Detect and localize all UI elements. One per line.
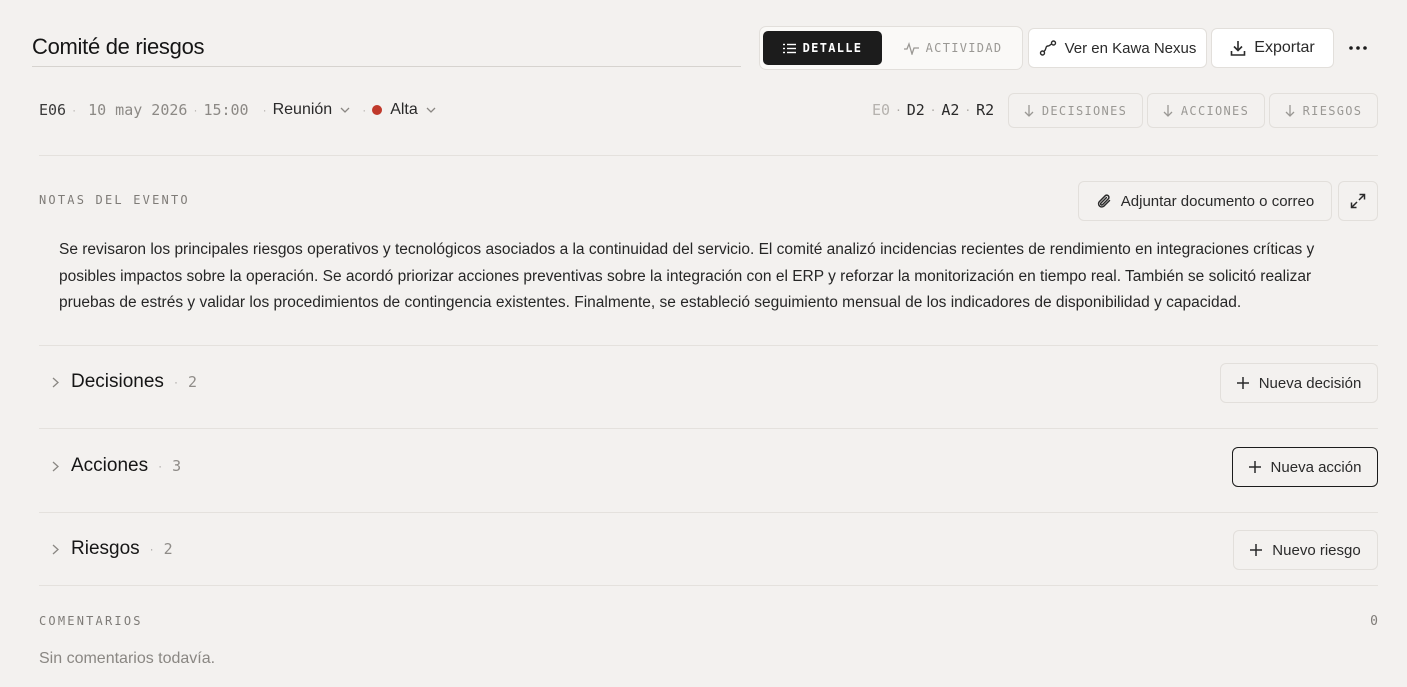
section-riesgos-title: Riesgos <box>71 538 140 559</box>
jump-acciones-label: ACCIONES <box>1180 103 1250 118</box>
more-horizontal-icon <box>1349 46 1367 50</box>
chevron-right-icon <box>39 377 71 388</box>
tab-actividad-label: ACTIVIDAD <box>925 41 1003 55</box>
separator: · <box>964 103 972 117</box>
comments-count: 0 <box>1370 614 1378 629</box>
view-toggle: DETALLE ACTIVIDAD <box>759 26 1023 70</box>
new-risk-label: Nuevo riesgo <box>1272 541 1361 559</box>
event-type-dropdown[interactable]: Reunión <box>273 101 351 119</box>
download-icon <box>1230 40 1246 56</box>
page-title[interactable]: Comité de riesgos <box>32 30 741 64</box>
export-label: Exportar <box>1254 39 1315 56</box>
jump-decisiones-button[interactable]: DECISIONES <box>1008 93 1143 128</box>
count-e: E0 <box>872 101 891 119</box>
divider <box>39 345 1378 346</box>
priority-dot-icon <box>372 105 383 115</box>
section-decisiones-count: 2 <box>187 373 197 391</box>
counts-summary: E0 · D2 · A2 · R2 <box>872 98 994 122</box>
tab-detalle[interactable]: DETALLE <box>763 31 882 65</box>
jump-decisiones-label: DECISIONES <box>1041 103 1128 118</box>
chevron-right-icon <box>39 544 71 555</box>
separator: · <box>193 103 198 117</box>
arrow-down-icon <box>1285 104 1295 117</box>
section-acciones-title: Acciones <box>71 455 149 476</box>
chevron-down-icon <box>340 107 350 113</box>
attach-button[interactable]: Adjuntar documento o correo <box>1078 181 1332 221</box>
attach-label: Adjuntar documento o correo <box>1120 192 1315 210</box>
arrow-down-icon <box>1024 104 1034 117</box>
separator: · <box>895 103 902 117</box>
plus-icon <box>1248 461 1261 473</box>
more-options-button[interactable] <box>1344 36 1372 60</box>
separator: · <box>173 375 178 389</box>
jump-riesgos-label: RIESGOS <box>1302 103 1363 118</box>
event-time: 15:00 <box>203 101 249 119</box>
separator: · <box>929 103 937 117</box>
separator: · <box>72 103 77 117</box>
new-action-button[interactable]: Nueva acción <box>1232 447 1378 487</box>
event-meta: E06 · 10 may 2026 · 15:00 · Reunión · Al… <box>39 96 436 124</box>
tab-detalle-label: DETALLE <box>802 41 863 55</box>
title-field[interactable]: Comité de riesgos <box>32 30 741 67</box>
notes-label: NOTAS DEL EVENTO <box>39 193 190 207</box>
chevron-right-icon <box>39 461 71 472</box>
new-decision-button[interactable]: Nueva decisión <box>1220 363 1378 403</box>
notes-text[interactable]: Se revisaron los principales riesgos ope… <box>59 237 1369 317</box>
plus-icon <box>1250 544 1263 556</box>
activity-icon <box>903 41 919 55</box>
separator: · <box>362 103 367 117</box>
divider <box>39 512 1378 513</box>
nexus-icon <box>1039 39 1057 57</box>
priority-dropdown[interactable]: Alta <box>372 101 436 119</box>
priority-value: Alta <box>390 101 418 118</box>
event-type-value: Reunión <box>272 101 333 118</box>
expand-button[interactable] <box>1338 181 1378 221</box>
section-riesgos-header[interactable]: Riesgos · 2 <box>39 529 1378 569</box>
paperclip-icon <box>1096 193 1112 209</box>
new-decision-label: Nueva decisión <box>1258 374 1362 392</box>
tab-actividad[interactable]: ACTIVIDAD <box>886 31 1020 65</box>
jump-riesgos-button[interactable]: RIESGOS <box>1269 93 1378 128</box>
separator: · <box>158 459 163 473</box>
arrow-down-icon <box>1163 104 1173 117</box>
expand-icon <box>1350 193 1366 209</box>
new-risk-button[interactable]: Nuevo riesgo <box>1233 530 1378 570</box>
separator: · <box>262 103 267 117</box>
jump-acciones-button[interactable]: ACCIONES <box>1147 93 1265 128</box>
comments-label: COMENTARIOS <box>39 614 143 628</box>
event-code: E06 <box>39 101 67 119</box>
section-acciones-header[interactable]: Acciones · 3 <box>39 446 1378 486</box>
divider <box>39 155 1378 156</box>
divider <box>39 585 1378 586</box>
count-a: A2 <box>941 101 960 119</box>
view-in-nexus-button[interactable]: Ver en Kawa Nexus <box>1028 28 1207 68</box>
divider <box>39 428 1378 429</box>
new-action-label: Nueva acción <box>1270 458 1362 476</box>
count-r: R2 <box>976 101 995 119</box>
section-decisiones-header[interactable]: Decisiones · 2 <box>39 362 1378 402</box>
nexus-label: Ver en Kawa Nexus <box>1064 39 1197 57</box>
event-date: 10 may 2026 <box>88 101 188 119</box>
chevron-down-icon <box>426 107 436 113</box>
comments-empty-text: Sin comentarios todavía. <box>39 650 216 667</box>
count-d: D2 <box>906 101 925 119</box>
separator: · <box>149 542 154 556</box>
export-button[interactable]: Exportar <box>1211 28 1334 68</box>
section-acciones-count: 3 <box>172 457 182 475</box>
section-decisiones-title: Decisiones <box>71 371 164 392</box>
section-riesgos-count: 2 <box>163 540 173 558</box>
plus-icon <box>1236 377 1249 389</box>
list-icon <box>782 43 796 54</box>
